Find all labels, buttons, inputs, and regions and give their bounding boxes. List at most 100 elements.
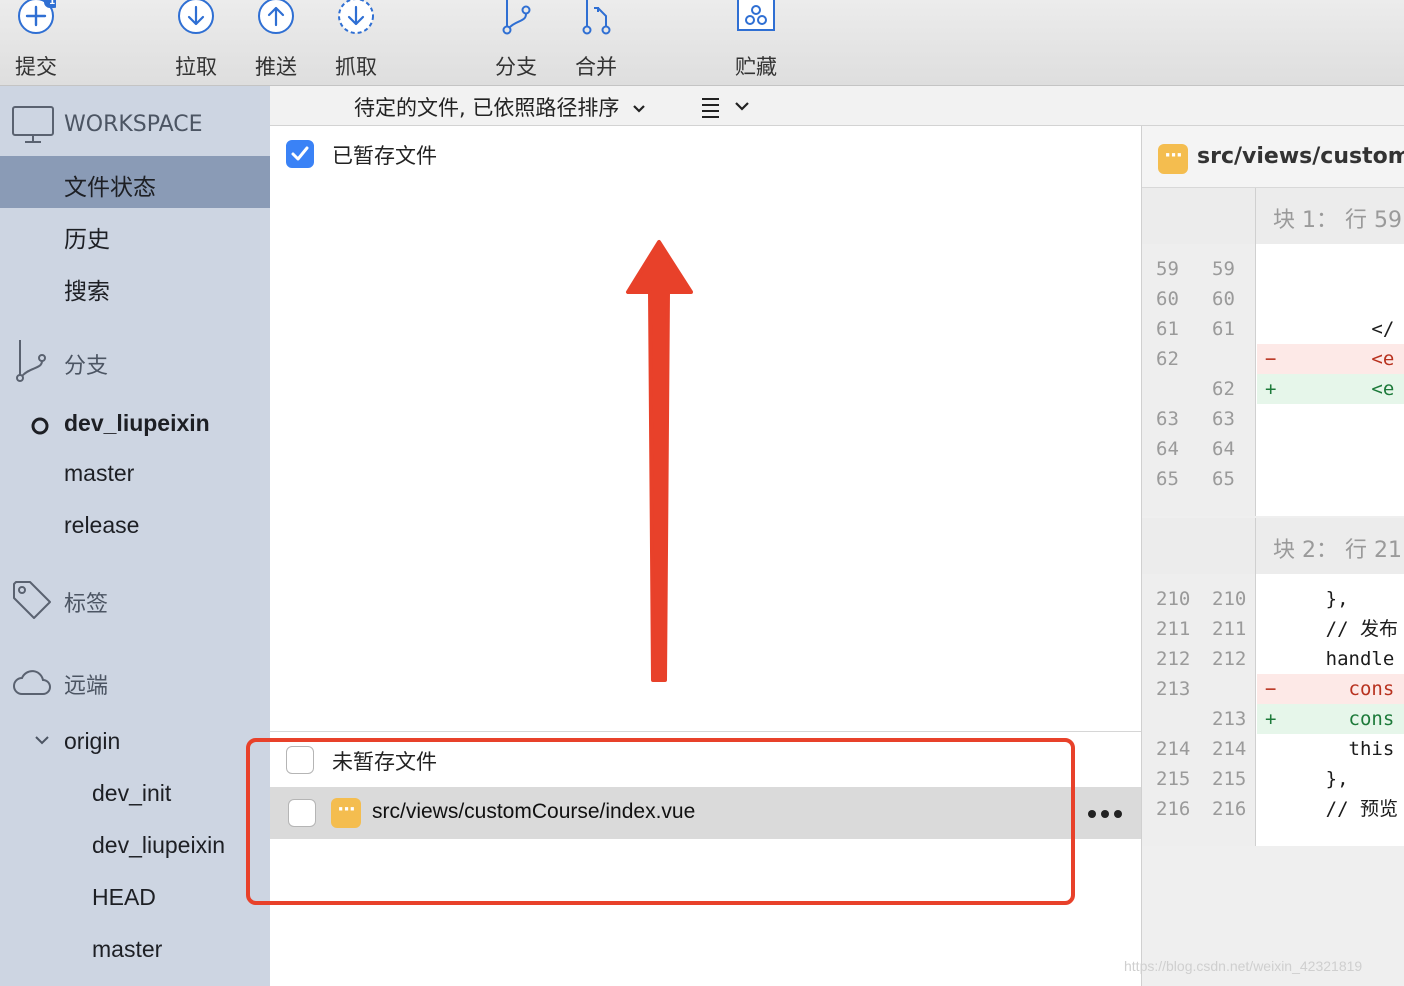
diff-line[interactable]: 213 + cons [1142,704,1404,734]
diff-line[interactable]: 61 61 </ [1142,314,1404,344]
file-stage-checkbox[interactable] [288,799,316,827]
diff-line[interactable]: 213 − cons [1142,674,1404,704]
diff-line[interactable]: 60 60 [1142,284,1404,314]
code-line: </ [1257,314,1404,344]
old-line-number: 59 [1156,258,1179,280]
merge-button[interactable]: 合并 [561,0,631,86]
code-line: + cons [1257,704,1404,734]
code-text: // 预览 [1257,798,1398,820]
more-options-icon[interactable] [1087,809,1123,819]
cloud-icon [13,670,51,695]
staged-files-label: 已暂存文件 [332,144,437,168]
sidebar-branch-release[interactable]: release [0,500,270,552]
old-line-number: 65 [1156,468,1179,490]
view-options-button[interactable] [700,96,752,122]
diff-line[interactable]: 212 212 handle [1142,644,1404,674]
commit-label: 提交 [15,55,57,79]
old-line-number: 64 [1156,438,1179,460]
diff-line[interactable]: 62 − <e [1142,344,1404,374]
code-text: cons [1257,708,1395,730]
sidebar-item-file-status[interactable]: 文件状态 [0,156,270,208]
remotes-section-title: 远端 [64,674,109,699]
code-text: cons [1257,678,1395,700]
chevron-down-icon[interactable] [34,734,50,746]
sidebar-branch-dev-liupeixin[interactable]: dev_liupeixin [0,398,270,450]
sidebar-branch-master[interactable]: master [0,448,270,500]
sidebar-item-label: dev_init [92,780,172,806]
monitor-icon [12,106,54,143]
toolbar: 1 提交 拉取 推送 抓取 分支 合并 贮藏 [0,0,1404,86]
code-line: // 预览 [1257,794,1404,824]
diff-line[interactable]: 216 216 // 预览 [1142,794,1404,824]
diff-line[interactable]: 59 59 [1142,254,1404,284]
arrow-down-circle-icon [178,0,214,34]
diff-line[interactable]: 215 215 }, [1142,764,1404,794]
sort-mode-dropdown[interactable]: 待定的文件, 已依照路径排序 [354,92,646,122]
tags-section-title: 标签 [64,592,109,617]
sidebar-remote-branch-dev-liupeixin[interactable]: dev_liupeixin [0,820,270,872]
sidebar-item-label: master [64,460,135,486]
diff-line[interactable]: 210 210 }, [1142,584,1404,614]
code-text: <e [1257,348,1395,370]
branch-label: 分支 [495,55,537,79]
new-line-number: 59 [1212,258,1235,280]
sidebar-item-label: 文件状态 [64,174,156,200]
sidebar-remote-origin[interactable]: origin [0,716,270,768]
unstaged-file-row[interactable]: src/views/customCourse/index.vue [270,787,1141,839]
sidebar-remote-branch-dev-init[interactable]: dev_init [0,768,270,820]
code-line: + <e [1257,374,1404,404]
fetch-dashed-circle-icon [338,0,374,34]
diff-hunk: 块 2： 行 21 210 210 }, 211 211 // 发布 212 212 ha… [1142,518,1404,846]
file-list-header: 待定的文件, 已依照路径排序 [270,86,1404,126]
diff-line[interactable]: 62 + <e [1142,374,1404,404]
hunk-title: 块 2： 行 21 [1273,538,1402,563]
pull-button[interactable]: 拉取 [161,0,231,86]
diff-line[interactable]: 211 211 // 发布 [1142,614,1404,644]
old-line-number: 210 [1156,588,1191,610]
diff-line[interactable]: 65 65 [1142,464,1404,494]
unstaged-files-label: 未暂存文件 [332,750,437,774]
stash-label: 贮藏 [735,55,777,79]
checkmark-icon [291,146,309,161]
push-button[interactable]: 推送 [241,0,311,86]
new-line-number: 211 [1212,618,1247,640]
branch-button[interactable]: 分支 [481,0,551,86]
push-label: 推送 [255,55,297,79]
code-text: this [1257,738,1395,760]
new-line-number: 65 [1212,468,1235,490]
modified-status-icon [331,798,361,828]
commit-count-badge: 1 [49,0,56,7]
stash-button[interactable]: 贮藏 [721,0,791,86]
sidebar-item-search[interactable]: 搜索 [0,260,270,312]
sidebar-item-label: master [92,936,163,962]
tag-icon [13,581,51,619]
sidebar-remote-branch-head[interactable]: HEAD [0,872,270,924]
hunk-header[interactable]: 块 2： 行 21 [1142,518,1404,574]
unstaged-select-all-checkbox[interactable] [286,746,314,774]
sidebar-item-label: dev_liupeixin [64,410,210,436]
code-line: − <e [1257,344,1404,374]
branches-section-title: 分支 [64,354,109,379]
new-line-number: 212 [1212,648,1247,670]
hunk-header[interactable]: 块 1： 行 59 [1142,188,1404,244]
diff-line[interactable]: 214 214 this [1142,734,1404,764]
list-view-icon [702,98,749,118]
code-line: − cons [1257,674,1404,704]
commit-button[interactable]: 1 提交 [1,0,71,86]
code-text: handle [1257,648,1395,670]
new-line-number: 61 [1212,318,1235,340]
new-line-number: 214 [1212,738,1247,760]
staged-select-all-checkbox[interactable] [286,140,314,168]
diff-line[interactable]: 64 64 [1142,434,1404,464]
new-line-number: 60 [1212,288,1235,310]
old-line-number: 62 [1156,348,1179,370]
sidebar-item-history[interactable]: 历史 [0,208,270,260]
sidebar-remote-branch-master[interactable]: master [0,924,270,976]
code-text: </ [1257,318,1395,340]
new-line-number: 63 [1212,408,1235,430]
diff-line[interactable]: 63 63 [1142,404,1404,434]
fetch-button[interactable]: 抓取 [321,0,391,86]
hunk-title: 块 1： 行 59 [1273,208,1402,233]
